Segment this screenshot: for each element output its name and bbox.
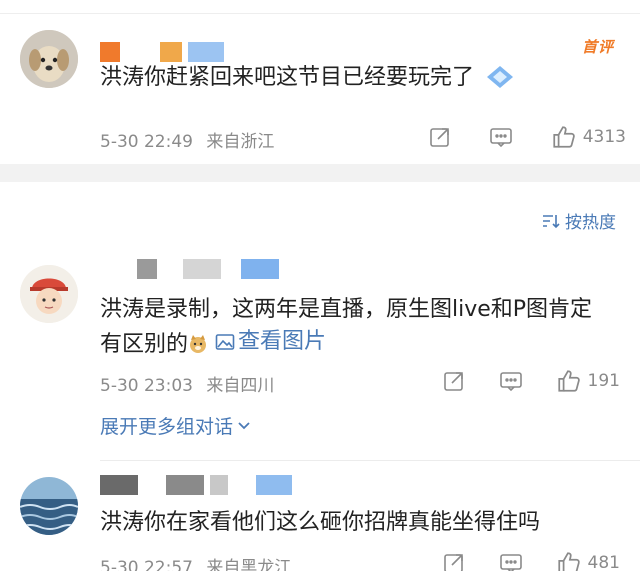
comment-location: 来自黑龙江 (206, 558, 292, 571)
first-comment-badge: 首评 (581, 38, 614, 56)
comment-icon (499, 372, 522, 392)
comment-1: 首评 洪涛你赶紧回来吧这节目已经要玩完了 5-30 22:49 来自浙江 431… (0, 0, 640, 164)
comment-location: 来自四川 (206, 376, 275, 396)
comment-date: 5-30 22:49 (100, 132, 193, 152)
like-icon (557, 552, 580, 571)
comment-meta: 5-30 23:03 来自四川 (100, 371, 274, 396)
sort-label: 按热度 (565, 213, 616, 233)
view-image-link[interactable]: 查看图片 (215, 326, 326, 358)
like-button[interactable]: 191 (556, 368, 620, 394)
like-icon (553, 126, 575, 148)
comment-text: 洪涛你赶紧回来吧这节目已经要玩完了 (100, 62, 620, 100)
comment-separator (100, 460, 640, 461)
comment-text: 洪涛是录制，这两年是直播，原生图live和P图肯定 有区别的 查看图片 (100, 297, 593, 358)
comment-icon (490, 128, 513, 148)
share-button[interactable] (442, 369, 466, 393)
like-button[interactable]: 4313 (551, 124, 626, 150)
comment-location: 来自浙江 (206, 132, 275, 152)
sort-by-hot-button[interactable]: 按热度 (541, 208, 616, 233)
avatar[interactable] (20, 30, 78, 88)
vip-diamond-icon (485, 64, 515, 100)
avatar-dog-image (20, 30, 78, 88)
avatar-cartoon-image (20, 265, 78, 323)
like-count: 481 (587, 553, 620, 571)
section-divider (0, 164, 640, 182)
comment-actions: 481 (442, 550, 620, 571)
share-icon (444, 372, 463, 391)
username-masked[interactable] (100, 475, 292, 495)
share-icon (444, 554, 463, 571)
comment-date: 5-30 22:57 (100, 558, 193, 571)
comment-actions: 191 (442, 368, 620, 394)
sort-icon (543, 214, 560, 228)
image-icon (215, 334, 235, 350)
comment-text: 洪涛你在家看他们这么砸你招牌真能坐得住吗 (100, 510, 541, 535)
avatar[interactable] (20, 265, 78, 323)
like-button[interactable]: 481 (556, 550, 620, 571)
like-count: 191 (587, 371, 620, 391)
share-button[interactable] (442, 551, 466, 571)
username-masked[interactable] (137, 259, 279, 279)
comment-actions: 4313 (428, 124, 626, 150)
expand-conversation-link[interactable]: 展开更多组对话 (100, 412, 251, 439)
avatar-sea-image (20, 477, 78, 535)
avatar[interactable] (20, 477, 78, 535)
username-masked[interactable] (100, 42, 224, 62)
comment-button[interactable] (499, 551, 523, 571)
comment-meta: 5-30 22:49 来自浙江 (100, 127, 274, 152)
share-icon (430, 128, 449, 147)
comment-date: 5-30 23:03 (100, 376, 193, 396)
chevron-down-icon (238, 421, 250, 429)
like-count: 4313 (582, 127, 626, 147)
like-icon (557, 370, 580, 392)
share-button[interactable] (428, 125, 452, 149)
comment-button[interactable] (489, 125, 513, 149)
doge-emoji-icon (188, 332, 208, 353)
comment-icon (499, 554, 522, 571)
comment-button[interactable] (499, 369, 523, 393)
comment-meta: 5-30 22:57 来自黑龙江 (100, 553, 291, 571)
